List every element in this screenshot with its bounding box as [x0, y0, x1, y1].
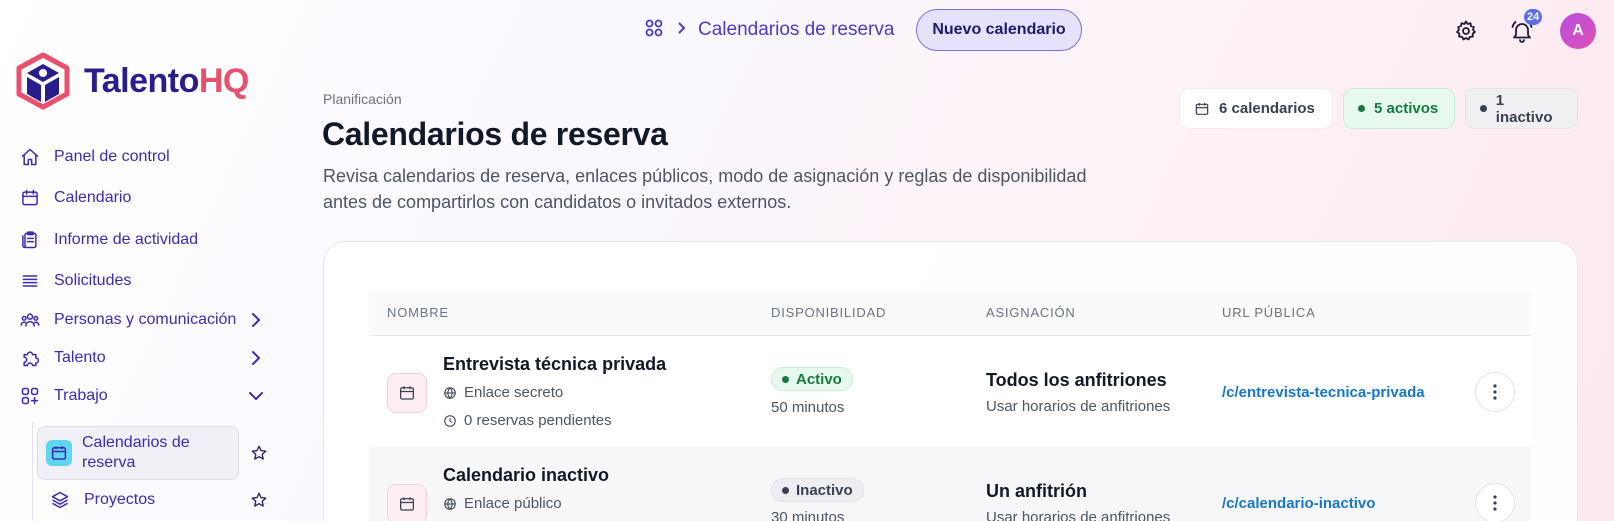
column-header-name: NOMBRE [387, 305, 449, 320]
more-vertical-icon [1493, 495, 1497, 511]
pending-bookings: 0 reservas pendientes [443, 412, 612, 429]
calendar-icon [1195, 102, 1209, 115]
apps-grid-icon[interactable] [644, 18, 664, 43]
inactive-calendars-chip: 1 inactivo [1465, 88, 1578, 129]
sidebar-subitem-calendarios-de-reserva[interactable]: Calendarios de reserva [37, 426, 239, 480]
assignment-mode: Un anfitrión [986, 481, 1087, 501]
inactive-calendars-label: 1 inactivo [1495, 91, 1553, 126]
more-vertical-icon [1493, 384, 1497, 400]
public-url-link[interactable]: /c/calendario-inactivo [1222, 495, 1375, 512]
globe-icon [444, 497, 456, 510]
breadcrumb-current: Calendarios de reserva [698, 19, 895, 40]
chevron-right-icon [246, 310, 266, 330]
sidebar-item-personas-y-comunicacion[interactable]: Personas y comunicación [18, 303, 274, 337]
pending-bookings-label: 0 reservas pendientes [464, 412, 612, 429]
user-avatar[interactable]: A [1560, 13, 1596, 49]
calendar-icon [387, 484, 427, 521]
sidebar-item-label: Talento [54, 349, 106, 366]
link-type: Enlace secreto [443, 384, 563, 401]
public-url-link[interactable]: /c/entrevista-tecnica-privada [1222, 384, 1425, 401]
assignment-detail: Usar horarios de anfitriones [986, 398, 1171, 415]
assignment-mode: Todos los anfitriones [986, 370, 1167, 390]
duration: 30 minutos [771, 509, 845, 521]
column-header-public-url: URL PÚBLICA [1222, 305, 1316, 320]
submenu-guide-line [32, 422, 33, 521]
star-icon[interactable] [250, 444, 270, 464]
star-icon[interactable] [250, 491, 270, 511]
total-calendars-label: 6 calendarios [1219, 100, 1315, 117]
chevron-down-icon [246, 386, 266, 406]
section-eyebrow: Planificación [323, 91, 402, 107]
page-description: Revisa calendarios de reserva, enlaces p… [323, 166, 1087, 212]
calendar-icon [46, 440, 72, 466]
chevron-right-icon [246, 348, 266, 368]
sidebar-item-label: Calendario [54, 189, 132, 206]
duration: 50 minutos [771, 399, 845, 416]
calendar-name[interactable]: Entrevista técnica privada [443, 354, 666, 375]
column-header-availability: DISPONIBILIDAD [771, 305, 887, 320]
layers-icon [50, 490, 70, 510]
row-actions-button[interactable] [1475, 372, 1515, 412]
sidebar-item-label: Trabajo [54, 387, 108, 404]
page-title: Calendarios de reserva [322, 116, 668, 152]
row-actions-button[interactable] [1475, 483, 1515, 521]
clock-icon [444, 414, 456, 427]
brand-name: TalentoHQ [84, 61, 249, 100]
sidebar-item-trabajo[interactable]: Trabajo [18, 379, 274, 413]
link-type-label: Enlace público [464, 495, 562, 512]
brand-logo[interactable]: TalentoHQ [16, 52, 249, 110]
chevron-right-icon [674, 21, 688, 40]
notification-count-badge: 24 [1524, 9, 1543, 25]
calendar-icon [387, 373, 427, 413]
talentohq-logo-icon [16, 52, 70, 110]
status-dot [1480, 105, 1487, 112]
total-calendars-chip: 6 calendarios [1179, 88, 1333, 129]
list-icon [18, 269, 42, 293]
status-badge: Activo [771, 367, 853, 391]
globe-icon [444, 386, 456, 399]
breadcrumb: Calendarios de reserva [644, 18, 894, 42]
sidebar-subitem-label: Calendarios de reserva [82, 434, 190, 471]
sidebar-item-label: Personas y comunicación [54, 311, 237, 328]
puzzle-icon [18, 346, 42, 370]
status-label: Inactivo [796, 481, 853, 499]
sidebar-subitem-proyectos[interactable]: Proyectos [50, 490, 155, 510]
sidebar-item-talento[interactable]: Talento [18, 341, 274, 375]
people-icon [18, 308, 42, 332]
apps-add-icon [18, 384, 42, 408]
status-badge: Inactivo [771, 478, 864, 502]
calendar-name[interactable]: Calendario inactivo [443, 465, 609, 486]
home-icon [18, 145, 42, 169]
assignment-detail: Usar horarios de anfitriones [986, 509, 1171, 521]
sidebar-item-calendario[interactable]: Calendario [18, 181, 274, 215]
calendar-icon [18, 186, 42, 210]
status-dot [782, 375, 789, 383]
sidebar-item-label: Informe de actividad [54, 231, 199, 248]
column-header-assignment: ASIGNACIÓN [986, 305, 1076, 320]
sidebar: TalentoHQ Panel de control Calendario In… [0, 0, 290, 521]
active-calendars-chip: 5 activos [1343, 88, 1455, 129]
status-dot [1358, 105, 1365, 112]
sidebar-item-panel-de-control[interactable]: Panel de control [18, 140, 274, 174]
table-header [369, 290, 1531, 336]
status-dot [782, 486, 789, 494]
new-calendar-button[interactable]: Nuevo calendario [916, 9, 1082, 51]
link-type-label: Enlace secreto [464, 384, 564, 401]
sidebar-item-label: Solicitudes [54, 272, 132, 289]
sidebar-item-solicitudes[interactable]: Solicitudes [18, 264, 274, 298]
active-calendars-label: 5 activos [1374, 100, 1439, 117]
gear-icon[interactable] [1451, 16, 1481, 46]
sidebar-item-informe-de-actividad[interactable]: Informe de actividad [18, 223, 274, 257]
sidebar-item-label: Panel de control [54, 148, 170, 165]
link-type: Enlace público [443, 495, 562, 512]
status-label: Activo [796, 370, 842, 388]
clipboard-icon [18, 228, 42, 252]
sidebar-subitem-label: Proyectos [84, 491, 156, 508]
